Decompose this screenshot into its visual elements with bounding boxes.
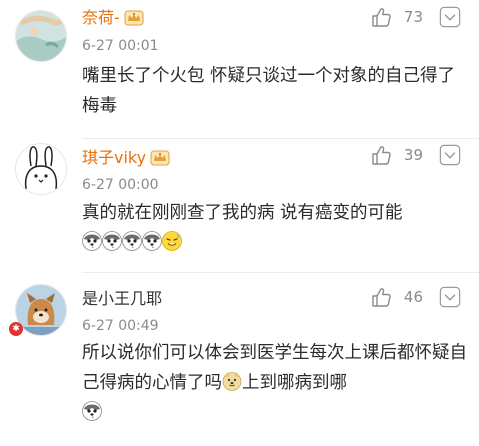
avatar-image bbox=[16, 11, 66, 61]
thumbs-up-icon bbox=[370, 144, 392, 166]
comment-body: 所以说你们可以体会到医学生每次上课后都怀疑自己得病的心情了吗 上到哪病到哪 bbox=[82, 338, 467, 428]
husky-emoji-icon bbox=[102, 231, 122, 251]
husky-emoji-icon bbox=[82, 401, 102, 421]
doge-emoji-icon bbox=[222, 371, 242, 391]
like-button[interactable]: 39 bbox=[370, 144, 461, 166]
username-text[interactable]: 奈荷- bbox=[82, 8, 120, 28]
avatar-image bbox=[16, 144, 66, 194]
avatar-image bbox=[16, 285, 66, 335]
comment-time: 6-27 00:01 bbox=[82, 38, 159, 54]
crown-badge-icon bbox=[150, 150, 170, 166]
username-text[interactable]: 琪子viky bbox=[82, 148, 146, 168]
avatar[interactable] bbox=[15, 10, 67, 62]
crown-badge-icon bbox=[124, 10, 144, 26]
comment-time: 6-27 00:49 bbox=[82, 318, 159, 334]
comment-body: 嘴里长了个火包 怀疑只谈过一个对象的自己得了梅毒 bbox=[82, 66, 456, 116]
comment-item: 奈荷- 6-27 00:01 73 嘴里长了个火包 怀疑只谈过一个对象的自己得了… bbox=[0, 0, 479, 140]
username-text[interactable]: 是小王几耶 bbox=[82, 289, 162, 309]
badge-icon: ✱ bbox=[9, 322, 23, 336]
divider bbox=[82, 272, 479, 273]
comment-item: ✱ 是小王几耶 6-27 00:49 46 所以说你们可以体会到医学生每次上课后… bbox=[0, 274, 479, 446]
husky-emoji-icon bbox=[142, 231, 162, 251]
username[interactable]: 琪子viky bbox=[82, 148, 170, 168]
like-count: 73 bbox=[403, 8, 423, 26]
chevron-down-icon[interactable] bbox=[439, 144, 461, 166]
username[interactable]: 是小王几耶 bbox=[82, 289, 162, 309]
like-button[interactable]: 73 bbox=[370, 6, 461, 28]
like-count: 46 bbox=[403, 288, 423, 306]
comment-body-text-tail: 上到哪病到哪 bbox=[242, 373, 347, 393]
comment-time: 6-27 00:00 bbox=[82, 177, 159, 193]
chevron-down-icon[interactable] bbox=[439, 6, 461, 28]
husky-emoji-icon bbox=[82, 231, 102, 251]
chevron-down-icon[interactable] bbox=[439, 286, 461, 308]
like-button[interactable]: 46 bbox=[370, 286, 461, 308]
comment-item: 琪子viky 6-27 00:00 39 真的就在刚刚查了我的病 说有癌变的可能 bbox=[0, 140, 479, 270]
thumbs-up-icon bbox=[370, 286, 392, 308]
like-count: 39 bbox=[403, 146, 423, 164]
username[interactable]: 奈荷- bbox=[82, 8, 144, 28]
thumbs-up-icon bbox=[370, 6, 392, 28]
divider bbox=[82, 138, 479, 139]
avatar[interactable] bbox=[15, 143, 67, 195]
husky-emoji-icon bbox=[122, 231, 142, 251]
comment-body: 真的就在刚刚查了我的病 说有癌变的可能 bbox=[82, 198, 467, 258]
sweat-smile-emoji-icon bbox=[162, 231, 182, 251]
comment-body-text: 真的就在刚刚查了我的病 说有癌变的可能 bbox=[82, 203, 403, 223]
